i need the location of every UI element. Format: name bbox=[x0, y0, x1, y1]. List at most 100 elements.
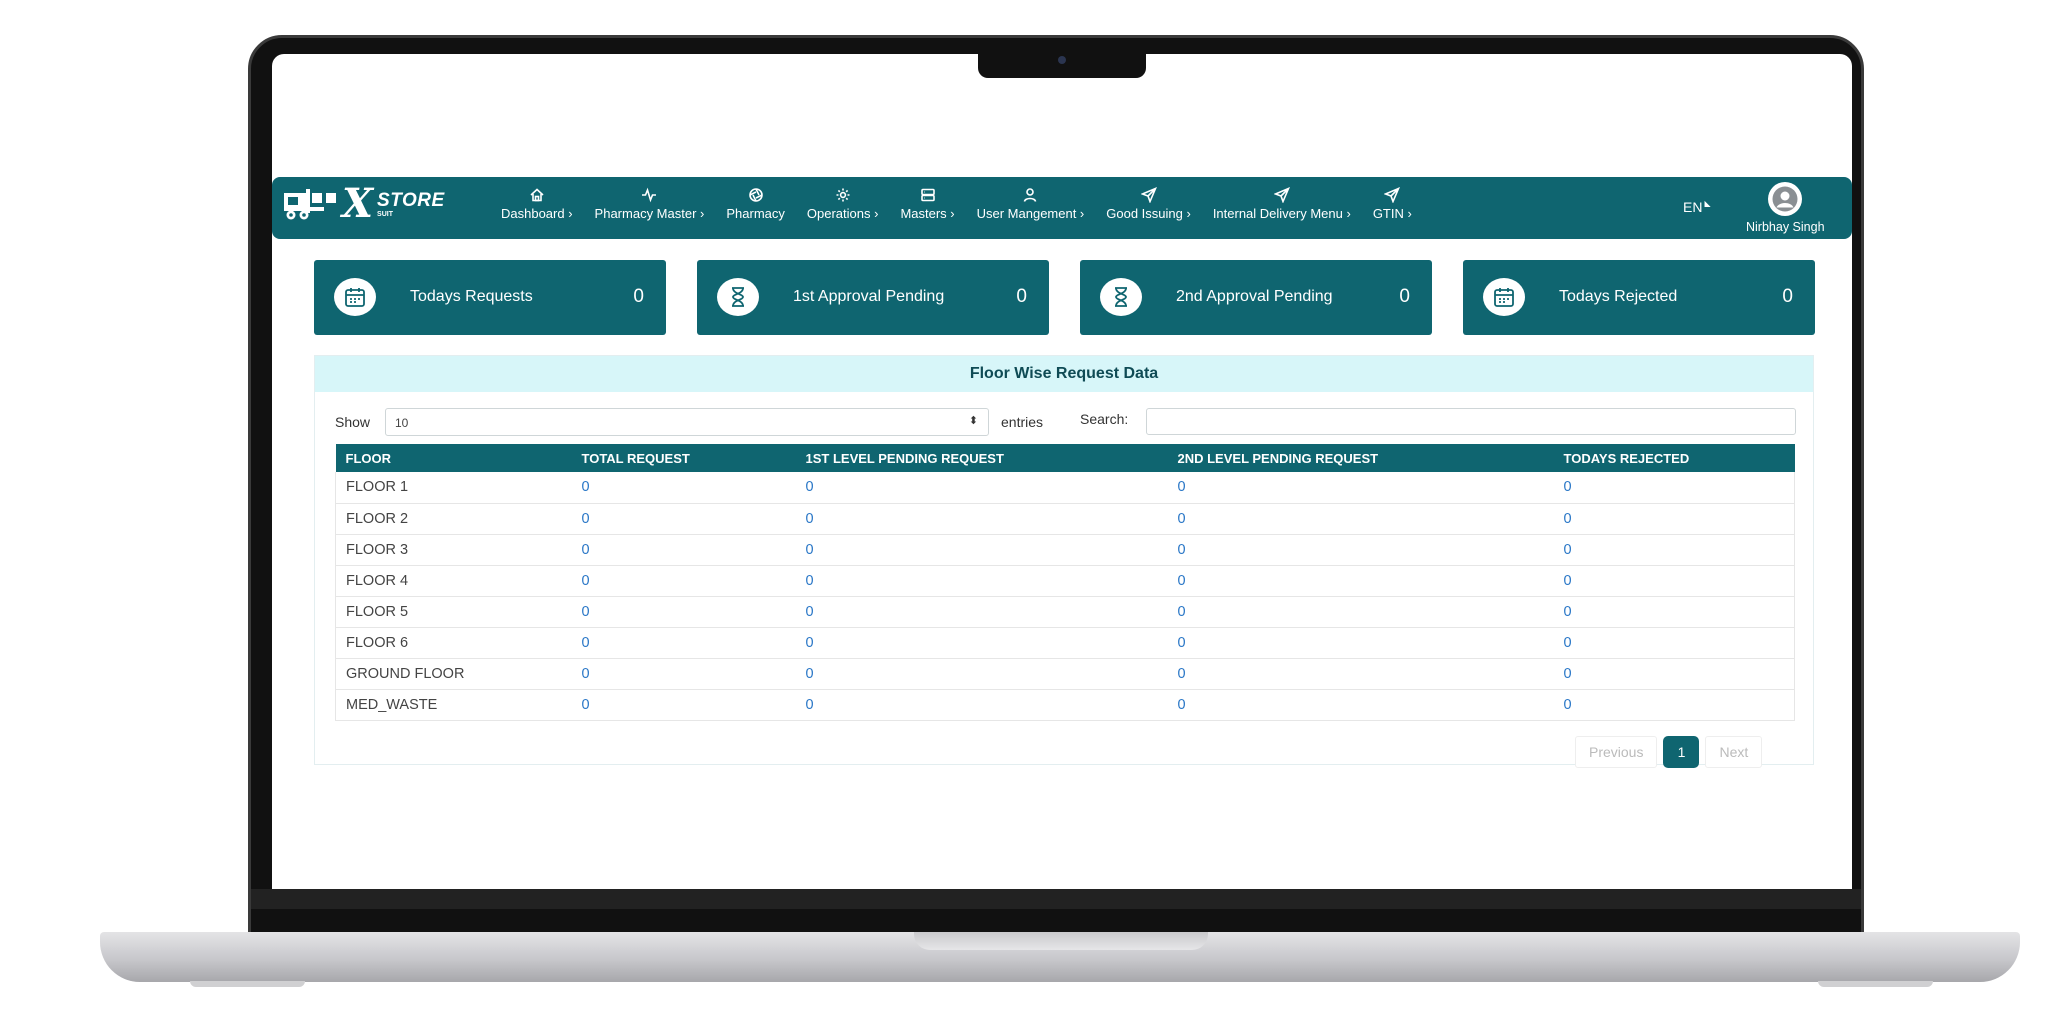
avatar bbox=[1768, 182, 1803, 216]
second-level-link[interactable]: 0 bbox=[1167, 596, 1554, 628]
first-level-link[interactable]: 0 bbox=[795, 534, 1168, 566]
rejected-link[interactable]: 0 bbox=[1553, 596, 1795, 628]
total-request-link[interactable]: 0 bbox=[571, 658, 796, 690]
search-input[interactable] bbox=[1146, 408, 1796, 435]
rejected-link[interactable]: 0 bbox=[1553, 627, 1795, 659]
nav-label-operations: Operations › bbox=[806, 206, 879, 221]
card-value: 0 bbox=[633, 286, 644, 307]
rejected-link[interactable]: 0 bbox=[1553, 565, 1795, 597]
calendar-icon bbox=[1494, 288, 1514, 307]
previous-button[interactable]: Previous bbox=[1575, 736, 1658, 768]
laptop-foot bbox=[1818, 981, 1933, 987]
home-icon bbox=[530, 188, 544, 202]
next-button[interactable]: Next bbox=[1705, 736, 1763, 768]
page-size-select[interactable]: 10 ⬍ bbox=[385, 408, 989, 436]
card-label: 1st Approval Pending bbox=[793, 288, 945, 305]
select-caret-icon: ⬍ bbox=[968, 415, 978, 427]
nav-label-pharmacy-master: Pharmacy Master › bbox=[594, 206, 705, 221]
second-level-link[interactable]: 0 bbox=[1167, 565, 1554, 597]
column-header-floor[interactable]: FLOOR bbox=[336, 444, 572, 472]
language-selector[interactable]: EN ◣ bbox=[1683, 199, 1711, 215]
search-label: Search: bbox=[1080, 411, 1129, 427]
nav-item-pharmacy-master[interactable]: Pharmacy Master › bbox=[584, 187, 716, 221]
calendar-icon bbox=[345, 288, 365, 307]
laptop-foot bbox=[190, 981, 305, 987]
floor-table: FLOOR TOTAL REQUEST 1ST LEVEL PENDING RE… bbox=[335, 444, 1795, 721]
second-level-link[interactable]: 0 bbox=[1167, 472, 1554, 504]
user-menu[interactable]: Nirbhay Singh bbox=[1746, 182, 1825, 234]
total-request-link[interactable]: 0 bbox=[571, 689, 796, 721]
nav-menu: Dashboard › Pharmacy Master › Pharmacy O… bbox=[490, 187, 1423, 221]
total-request-link[interactable]: 0 bbox=[571, 503, 796, 535]
nav-item-pharmacy[interactable]: Pharmacy bbox=[715, 187, 796, 221]
first-level-link[interactable]: 0 bbox=[795, 596, 1168, 628]
nav-label-user-management: User Mangement › bbox=[976, 206, 1085, 221]
card-value: 0 bbox=[1782, 286, 1793, 307]
page-1-button[interactable]: 1 bbox=[1663, 736, 1700, 768]
send-icon bbox=[1140, 187, 1157, 203]
rejected-link[interactable]: 0 bbox=[1553, 689, 1795, 721]
column-header-todays-rejected[interactable]: TODAYS REJECTED bbox=[1554, 444, 1795, 472]
card-label: 2nd Approval Pending bbox=[1176, 288, 1333, 305]
total-request-link[interactable]: 0 bbox=[571, 565, 796, 597]
rejected-link[interactable]: 0 bbox=[1553, 472, 1795, 504]
nav-label-dashboard: Dashboard › bbox=[501, 206, 573, 221]
activity-icon bbox=[642, 187, 657, 203]
nav-label-gtin: GTIN › bbox=[1372, 206, 1412, 221]
card-todays-rejected[interactable]: Todays Rejected 0 bbox=[1463, 260, 1815, 335]
floor-cell: FLOOR 3 bbox=[335, 534, 572, 566]
card-second-approval-pending[interactable]: 2nd Approval Pending 0 bbox=[1080, 260, 1432, 335]
send-icon bbox=[1384, 187, 1401, 203]
laptop-base-notch bbox=[914, 932, 1208, 950]
server-icon bbox=[920, 188, 935, 202]
column-header-total-request[interactable]: TOTAL REQUEST bbox=[572, 444, 796, 472]
rejected-link[interactable]: 0 bbox=[1553, 503, 1795, 535]
nav-item-operations[interactable]: Operations › bbox=[796, 187, 890, 221]
nav-item-internal-delivery[interactable]: Internal Delivery Menu › bbox=[1202, 187, 1362, 221]
nav-item-gtin[interactable]: GTIN › bbox=[1362, 187, 1423, 221]
card-todays-requests[interactable]: Todays Requests 0 bbox=[314, 260, 666, 335]
table-row: MED_WASTE 0 0 0 0 bbox=[335, 689, 1795, 721]
user-avatar-icon bbox=[1772, 186, 1798, 212]
floor-cell: MED_WASTE bbox=[335, 689, 572, 721]
page-size-value: 10 bbox=[395, 416, 409, 430]
floor-cell: FLOOR 6 bbox=[335, 627, 572, 659]
hourglass-icon bbox=[1115, 287, 1127, 307]
nav-item-masters[interactable]: Masters › bbox=[889, 187, 965, 221]
second-level-link[interactable]: 0 bbox=[1167, 534, 1554, 566]
card-first-approval-pending[interactable]: 1st Approval Pending 0 bbox=[697, 260, 1049, 335]
nav-label-internal-delivery: Internal Delivery Menu › bbox=[1212, 206, 1351, 221]
second-level-link[interactable]: 0 bbox=[1167, 627, 1554, 659]
column-header-second-level[interactable]: 2ND LEVEL PENDING REQUEST bbox=[1168, 444, 1554, 472]
brand-letter: X bbox=[342, 180, 374, 227]
total-request-link[interactable]: 0 bbox=[571, 472, 796, 504]
first-level-link[interactable]: 0 bbox=[795, 503, 1168, 535]
first-level-link[interactable]: 0 bbox=[795, 472, 1168, 504]
rejected-link[interactable]: 0 bbox=[1553, 658, 1795, 690]
nav-label-masters: Masters › bbox=[900, 206, 955, 221]
hourglass-icon bbox=[732, 287, 744, 307]
rejected-link[interactable]: 0 bbox=[1553, 534, 1795, 566]
caret-icon: ◣ bbox=[1704, 199, 1711, 208]
nav-item-dashboard[interactable]: Dashboard › bbox=[490, 187, 584, 221]
total-request-link[interactable]: 0 bbox=[571, 627, 796, 659]
card-label: Todays Rejected bbox=[1559, 288, 1678, 305]
user-icon bbox=[1024, 188, 1037, 202]
first-level-link[interactable]: 0 bbox=[795, 689, 1168, 721]
second-level-link[interactable]: 0 bbox=[1167, 689, 1554, 721]
nav-item-good-issuing[interactable]: Good Issuing › bbox=[1095, 187, 1202, 221]
table-controls: Show 10 ⬍ entries Search: bbox=[335, 408, 1796, 436]
app-screen: X STORE SUIT Dashboard › Pharmacy Master… bbox=[272, 54, 1852, 889]
send-icon bbox=[1273, 187, 1290, 203]
first-level-link[interactable]: 0 bbox=[795, 627, 1168, 659]
table-header-row: FLOOR TOTAL REQUEST 1ST LEVEL PENDING RE… bbox=[335, 444, 1795, 472]
nav-item-user-management[interactable]: User Mangement › bbox=[966, 187, 1096, 221]
total-request-link[interactable]: 0 bbox=[571, 534, 796, 566]
first-level-link[interactable]: 0 bbox=[795, 565, 1168, 597]
second-level-link[interactable]: 0 bbox=[1167, 658, 1554, 690]
column-header-first-level[interactable]: 1ST LEVEL PENDING REQUEST bbox=[796, 444, 1168, 472]
total-request-link[interactable]: 0 bbox=[571, 596, 796, 628]
second-level-link[interactable]: 0 bbox=[1167, 503, 1554, 535]
brand-logo[interactable]: X STORE SUIT bbox=[282, 180, 445, 227]
first-level-link[interactable]: 0 bbox=[795, 658, 1168, 690]
